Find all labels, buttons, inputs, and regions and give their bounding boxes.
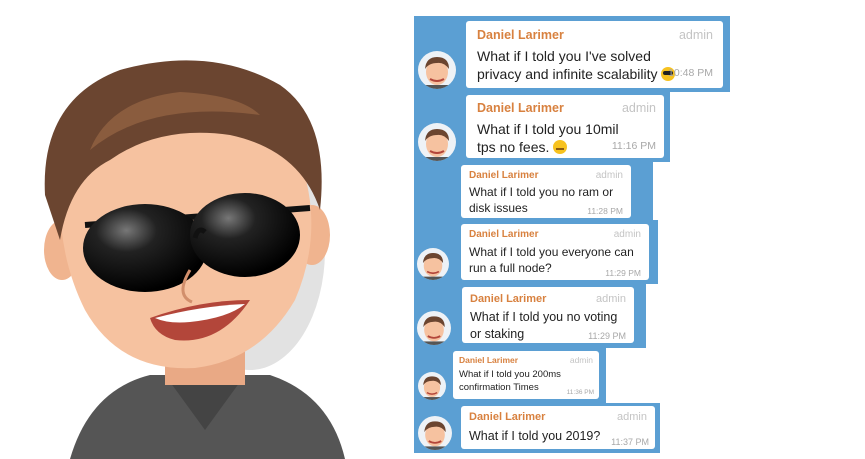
message-time: 10:48 PM bbox=[668, 67, 713, 79]
message-time: 11:36 PM bbox=[566, 389, 594, 396]
role-badge: admin bbox=[617, 411, 647, 423]
role-badge: admin bbox=[678, 28, 713, 42]
message-time: 11:29 PM bbox=[588, 331, 626, 341]
cartoon-avatar-icon bbox=[418, 51, 456, 89]
sender-name[interactable]: Daniel Larimer bbox=[477, 101, 564, 115]
message-bubble[interactable]: Daniel Larimer admin What if I told you … bbox=[466, 95, 664, 158]
message-text-content: What if I told you I've solved privacy a… bbox=[477, 48, 658, 83]
message-bubble[interactable]: Daniel Larimer admin What if I told you … bbox=[462, 287, 634, 343]
sender-avatar-icon[interactable] bbox=[418, 416, 452, 450]
message-bubble[interactable]: Daniel Larimer admin What if I told you … bbox=[461, 406, 655, 449]
message-bubble[interactable]: Daniel Larimer admin What if I told you … bbox=[466, 21, 723, 88]
sender-name[interactable]: Daniel Larimer bbox=[477, 28, 564, 42]
cartoon-avatar-icon bbox=[418, 416, 452, 450]
message-text-content: What if I told you 10mil tps no fees. bbox=[477, 121, 619, 156]
sender-avatar-icon[interactable] bbox=[417, 311, 451, 345]
cartoon-avatar-icon bbox=[417, 248, 449, 280]
smirk-emoji-icon bbox=[553, 140, 568, 155]
message-time: 11:16 PM bbox=[611, 140, 656, 152]
message-bubble[interactable]: Daniel Larimer admin What if I told you … bbox=[461, 165, 631, 218]
sender-avatar-icon[interactable] bbox=[418, 51, 456, 89]
cartoon-avatar-icon bbox=[418, 123, 456, 161]
message-text: What if I told you I've solved privacy a… bbox=[477, 47, 682, 84]
role-badge: admin bbox=[569, 355, 593, 365]
role-badge: admin bbox=[596, 293, 626, 305]
message-time: 11:28 PM bbox=[587, 206, 623, 216]
message-bubble[interactable]: Daniel Larimer admin What if I told you … bbox=[461, 224, 649, 280]
sender-avatar-icon[interactable] bbox=[417, 248, 449, 280]
cartoon-avatar-icon bbox=[418, 372, 446, 400]
message-time: 11:29 PM bbox=[605, 268, 641, 278]
message-time: 11:37 PM bbox=[611, 437, 649, 447]
message-text: What if I told you 10mil tps no fees. bbox=[477, 120, 632, 157]
message-text: What if I told you 2019? bbox=[469, 429, 601, 443]
message-text: What if I told you 200ms confirmation Ti… bbox=[459, 369, 561, 393]
sender-name[interactable]: Daniel Larimer bbox=[469, 229, 538, 240]
sender-avatar-icon[interactable] bbox=[418, 123, 456, 161]
sender-name[interactable]: Daniel Larimer bbox=[459, 355, 518, 365]
cartoon-avatar-icon bbox=[417, 311, 451, 345]
sender-avatar-icon[interactable] bbox=[418, 372, 446, 400]
sender-name[interactable]: Daniel Larimer bbox=[469, 170, 538, 181]
sender-name[interactable]: Daniel Larimer bbox=[470, 293, 546, 305]
role-badge: admin bbox=[613, 229, 641, 240]
role-badge: admin bbox=[621, 101, 656, 115]
message-bubble[interactable]: Daniel Larimer admin What if I told you … bbox=[453, 351, 599, 399]
cartoon-avatar-illustration bbox=[44, 60, 345, 459]
sender-name[interactable]: Daniel Larimer bbox=[469, 411, 545, 423]
role-badge: admin bbox=[595, 170, 623, 181]
